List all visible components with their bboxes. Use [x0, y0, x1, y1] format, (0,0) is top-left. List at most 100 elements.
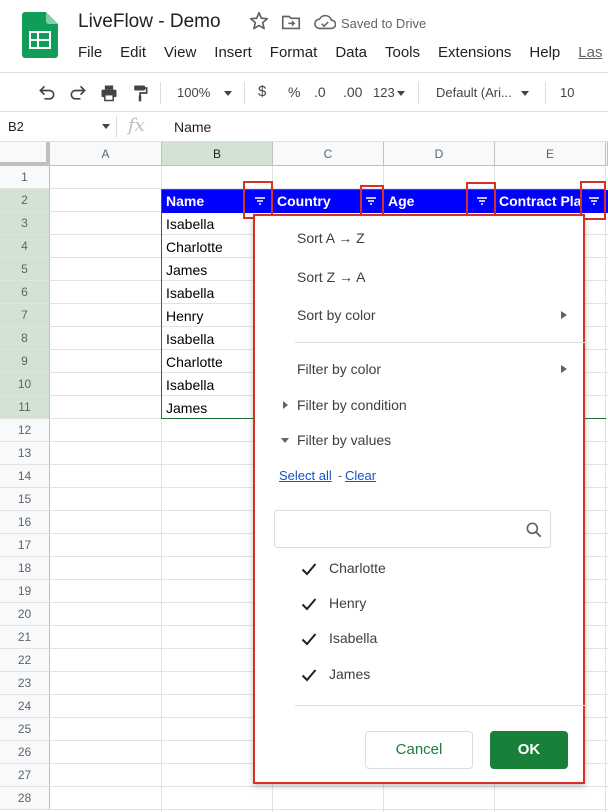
value-label: Isabella — [329, 630, 378, 646]
name-box[interactable]: B2 — [8, 119, 24, 134]
row-header[interactable]: 16 — [0, 511, 50, 534]
toolbar-divider — [160, 82, 161, 104]
star-icon[interactable] — [248, 10, 270, 32]
row-header[interactable]: 7 — [0, 304, 50, 327]
column-header-b[interactable]: B — [162, 142, 273, 166]
menu-tools[interactable]: Tools — [385, 44, 420, 64]
row-header[interactable]: 18 — [0, 557, 50, 580]
row-header[interactable]: 4 — [0, 235, 50, 258]
formula-input[interactable]: Name — [174, 119, 211, 135]
row-header[interactable]: 8 — [0, 327, 50, 350]
row-header[interactable]: 19 — [0, 580, 50, 603]
row-header[interactable]: 28 — [0, 787, 50, 810]
row-header[interactable]: 27 — [0, 764, 50, 787]
ok-button[interactable]: OK — [490, 731, 568, 769]
row-header[interactable]: 21 — [0, 626, 50, 649]
row-header[interactable]: 26 — [0, 741, 50, 764]
search-icon[interactable] — [524, 520, 544, 540]
sort-a-z-item[interactable]: Sort A → Z — [297, 230, 365, 246]
percent-format-button[interactable]: % — [288, 84, 300, 100]
submenu-arrow-icon — [561, 365, 567, 373]
row-header[interactable]: 15 — [0, 488, 50, 511]
sheets-logo-icon[interactable] — [22, 12, 58, 58]
function-icon: fx — [128, 115, 145, 136]
chevron-down-icon — [396, 91, 405, 97]
toolbar-divider — [418, 82, 419, 104]
value-label: James — [329, 666, 371, 682]
filter-by-color-item[interactable]: Filter by color — [297, 361, 381, 377]
menu-help[interactable]: Help — [529, 44, 560, 64]
menu-bar: File Edit View Insert Format Data Tools … — [78, 44, 608, 64]
checkmark-icon — [301, 633, 317, 646]
row-header[interactable]: 9 — [0, 350, 50, 373]
toolbar-divider — [244, 82, 245, 104]
menu-divider — [295, 705, 587, 706]
column-header-c[interactable]: C — [273, 142, 384, 166]
currency-format-button[interactable]: $ — [258, 83, 266, 100]
row-header[interactable]: 23 — [0, 672, 50, 695]
collapse-arrow-icon[interactable] — [281, 438, 289, 443]
menu-divider — [295, 342, 587, 343]
row-header[interactable]: 24 — [0, 695, 50, 718]
paint-format-icon[interactable] — [130, 83, 150, 103]
font-select[interactable]: Default (Ari... — [436, 85, 529, 100]
expand-arrow-icon[interactable] — [283, 401, 288, 409]
menu-insert[interactable]: Insert — [214, 44, 252, 64]
clear-link[interactable]: Clear — [345, 468, 376, 483]
number-format-select[interactable]: 123 — [373, 85, 405, 100]
row-header[interactable]: 17 — [0, 534, 50, 557]
row-header[interactable]: 10 — [0, 373, 50, 396]
menu-extensions[interactable]: Extensions — [438, 44, 511, 64]
document-title[interactable]: LiveFlow - Demo — [78, 11, 221, 33]
row-header[interactable]: 1 — [0, 166, 50, 189]
zoom-select[interactable]: 100% — [177, 85, 233, 100]
column-header-d[interactable]: D — [384, 142, 495, 166]
formula-divider — [116, 116, 117, 138]
menu-edit[interactable]: Edit — [120, 44, 146, 64]
menu-data[interactable]: Data — [335, 44, 367, 64]
move-to-folder-icon[interactable] — [280, 11, 302, 33]
menu-file[interactable]: File — [78, 44, 102, 64]
undo-icon[interactable] — [37, 83, 57, 103]
chevron-down-icon — [520, 91, 529, 97]
row-header[interactable]: 6 — [0, 281, 50, 304]
sort-z-a-item[interactable]: Sort Z → A — [297, 269, 365, 285]
row-header[interactable]: 20 — [0, 603, 50, 626]
row-header[interactable]: 14 — [0, 465, 50, 488]
cloud-saved-icon[interactable] — [314, 13, 337, 31]
row-header[interactable]: 12 — [0, 419, 50, 442]
row-header[interactable]: 22 — [0, 649, 50, 672]
menu-format[interactable]: Format — [270, 44, 318, 64]
menu-view[interactable]: View — [164, 44, 196, 64]
filter-menu: Sort A → Z Sort Z → A Sort by color Filt… — [253, 214, 587, 784]
value-search-input[interactable] — [274, 510, 551, 548]
checkmark-icon — [301, 669, 317, 682]
redo-icon[interactable] — [68, 83, 88, 103]
column-header-e[interactable]: E — [495, 142, 606, 166]
row-header[interactable]: 5 — [0, 258, 50, 281]
toolbar-divider — [545, 82, 546, 104]
row-header[interactable]: 2 — [0, 189, 50, 212]
decrease-decimal-button[interactable]: .0 — [314, 84, 326, 100]
select-all-corner[interactable] — [0, 142, 50, 166]
row-header[interactable]: 13 — [0, 442, 50, 465]
link-separator: - — [338, 468, 343, 483]
value-label: Henry — [329, 595, 367, 611]
row-header[interactable]: 3 — [0, 212, 50, 235]
row-header[interactable]: 11 — [0, 396, 50, 419]
checkmark-icon — [301, 563, 317, 576]
filter-by-values-item[interactable]: Filter by values — [297, 432, 391, 448]
value-label: Charlotte — [329, 560, 386, 576]
column-header-a[interactable]: A — [50, 142, 162, 166]
increase-decimal-button[interactable]: .00 — [343, 84, 362, 100]
chevron-down-icon[interactable] — [102, 124, 110, 129]
sort-by-color-item[interactable]: Sort by color — [297, 307, 376, 323]
font-size-input[interactable]: 10 — [560, 85, 574, 100]
last-edit-link[interactable]: Las — [578, 44, 602, 64]
select-all-link[interactable]: Select all — [279, 468, 332, 483]
cancel-button[interactable]: Cancel — [365, 731, 473, 769]
filter-by-condition-item[interactable]: Filter by condition — [297, 397, 407, 413]
row-header[interactable]: 25 — [0, 718, 50, 741]
print-icon[interactable] — [99, 83, 119, 103]
toolbar: 100% $ % .0 .00 123 Default (Ari... 10 — [0, 72, 608, 112]
